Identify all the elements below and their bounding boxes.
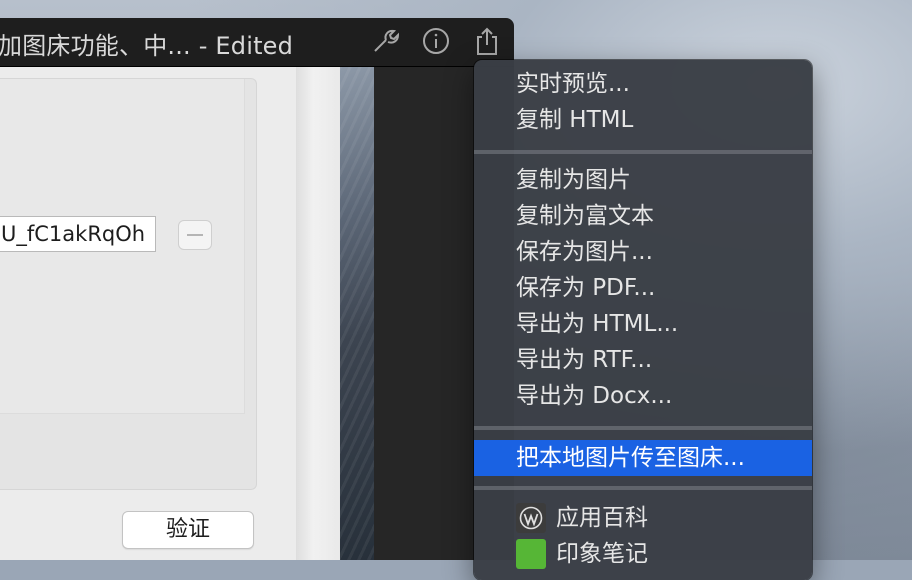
menu-item-copy-html[interactable]: 复制 HTML <box>474 102 812 138</box>
menu-item-copy-image[interactable]: 复制为图片 <box>474 162 812 198</box>
window-title: 加图床功能、中... - Edited <box>0 32 294 60</box>
menu-item-copy-rich-text[interactable]: 复制为富文本 <box>474 198 812 234</box>
menu-item-wordpress[interactable]: 应用百科 <box>474 500 812 536</box>
share-menu: 实时预览... 复制 HTML 复制为图片 复制为富文本 保存为图片... 保存… <box>474 60 812 580</box>
menu-item-live-preview[interactable]: 实时预览... <box>474 66 812 102</box>
menu-item-export-docx[interactable]: 导出为 Docx... <box>474 378 812 414</box>
wrench-icon[interactable] <box>370 26 400 56</box>
panel-edge <box>296 64 340 560</box>
menu-separator <box>474 426 812 430</box>
menu-separator <box>474 486 812 490</box>
wordpress-icon <box>516 503 546 533</box>
verify-button[interactable]: 验证 <box>122 511 254 549</box>
desktop-mountain-strip <box>340 64 374 560</box>
menu-separator <box>474 150 812 154</box>
menu-item-save-image[interactable]: 保存为图片... <box>474 234 812 270</box>
menu-item-save-pdf[interactable]: 保存为 PDF... <box>474 270 812 306</box>
evernote-icon <box>516 539 546 569</box>
remove-button[interactable] <box>178 220 212 250</box>
window-title-bar: 加图床功能、中... - Edited <box>0 18 514 67</box>
info-icon[interactable] <box>421 26 451 56</box>
menu-item-upload-images[interactable]: 把本地图片传至图床... <box>474 440 812 476</box>
token-input[interactable]: U_fC1akRqOh <box>0 216 156 252</box>
settings-panel: U_fC1akRqOh 验证 <box>0 64 296 560</box>
share-icon[interactable] <box>472 26 502 56</box>
menu-item-export-html[interactable]: 导出为 HTML... <box>474 306 812 342</box>
settings-group-box <box>0 78 257 490</box>
menu-item-export-rtf[interactable]: 导出为 RTF... <box>474 342 812 378</box>
menu-item-evernote[interactable]: 印象笔记 <box>474 536 812 572</box>
minus-icon <box>187 234 203 236</box>
